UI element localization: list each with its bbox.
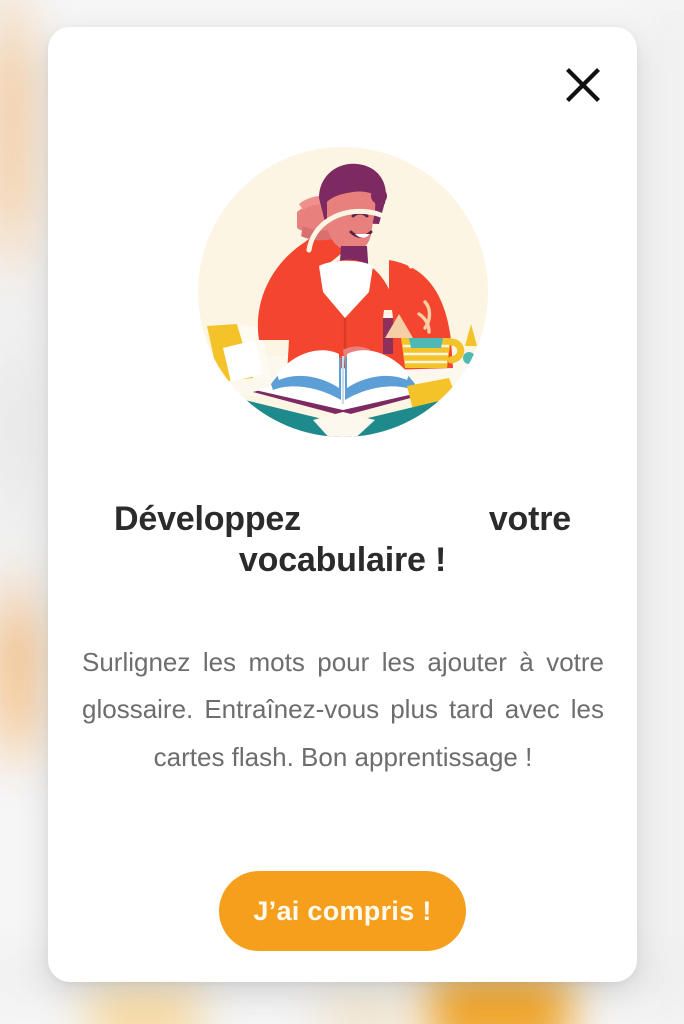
illustration-container — [48, 142, 637, 447]
backdrop-right-edge-shade — [648, 0, 684, 1024]
close-button[interactable] — [557, 59, 609, 111]
backdrop-pale-blob-left — [90, 988, 200, 1024]
modal-description: Surlignez les mots pour les ajouter à vo… — [82, 647, 604, 772]
backdrop-pale-blob-center — [320, 994, 410, 1024]
screen-root: Développez votre vocabulaire ! Surlignez… — [0, 0, 684, 1024]
close-x-icon — [565, 67, 601, 103]
confirm-button[interactable]: J’ai compris ! — [219, 871, 466, 951]
modal-title: Développez votre vocabulaire ! — [114, 500, 571, 580]
cta-container: J’ai compris ! — [48, 871, 637, 951]
vocabulary-onboarding-modal: Développez votre vocabulaire ! Surlignez… — [48, 27, 637, 982]
student-studying-illustration — [193, 142, 493, 447]
backdrop-orange-stripe-bottom — [0, 560, 36, 780]
